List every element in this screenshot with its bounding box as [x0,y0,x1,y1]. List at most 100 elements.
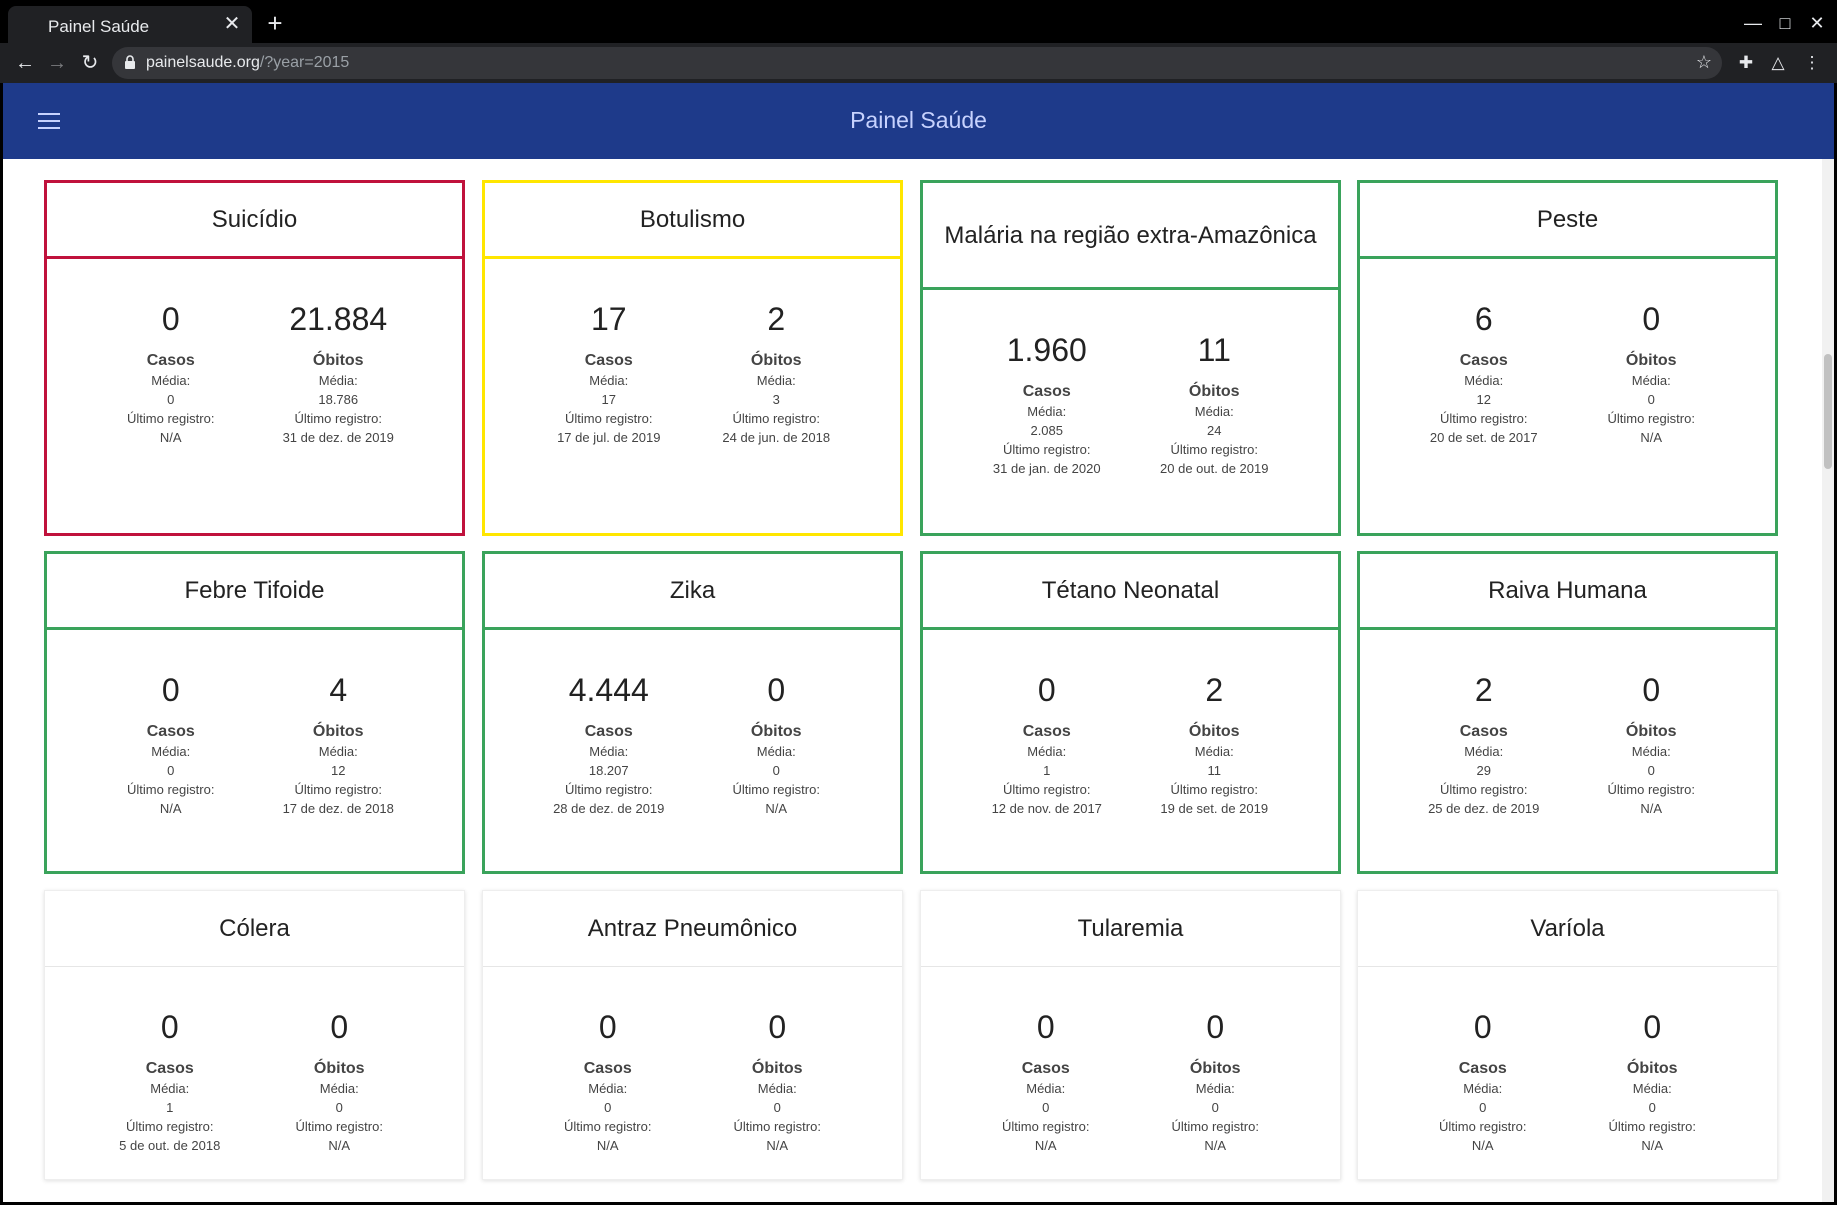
card-title: Peste [1360,183,1775,259]
card-title-text: Malária na região extra-Amazônica [944,221,1317,249]
card-title: Tétano Neonatal [923,554,1338,630]
obitos-ultimo-value: 31 de dez. de 2019 [282,430,394,445]
obitos-label: Óbitos [1625,723,1677,740]
media-label: Média: [1631,373,1671,388]
extensions-icon[interactable]: ✚ [1733,51,1759,75]
casos-stat: 17 Casos Média: 17 Último registro: 17 de jul… [525,299,693,447]
media-label: Média: [589,373,629,388]
disease-card[interactable]: Febre Tifoide 0 Casos Média: 0 Último registr… [44,551,465,874]
close-window-icon[interactable]: ✕ [1802,10,1832,36]
new-tab-button[interactable]: + [262,10,288,36]
card-title-text: Suicídio [211,206,298,233]
obitos-label: Óbitos [312,352,364,369]
menu-kebab-icon[interactable]: ⋮ [1799,51,1825,75]
disease-card[interactable]: Tétano Neonatal 0 Casos Média: 1 Último regis… [920,551,1341,874]
disease-card[interactable]: Peste 6 Casos Média: 12 Último registro: 20 de… [1357,180,1778,536]
disease-card[interactable]: Zika 4.444 Casos Média: 18.207 Último registr… [482,551,903,874]
obitos-value: 0 [767,672,786,708]
media-label: Média: [1195,1081,1235,1096]
obitos-media-value: 18.786 [318,392,359,407]
obitos-stat: 21.884 Óbitos Média: 18.786 Último registro:… [255,299,423,447]
media-label: Média: [1463,1081,1503,1096]
obitos-stat: 0 Óbitos Média: 0 Último registro: N/A [1568,299,1736,447]
card-stats: 6 Casos Média: 12 Último registro: 20 de set.… [1360,259,1775,447]
obitos-ultimo-value: N/A [1641,1138,1664,1153]
casos-media-value: 0 [167,763,175,778]
casos-stat: 2 Casos Média: 29 Último registro: 25 de dez.… [1400,670,1568,818]
forward-arrow-icon[interactable]: → [43,49,71,77]
ultimo-registro-label: Último registro: [1439,1119,1527,1134]
media-label: Média: [150,1081,190,1096]
page-scrollbar[interactable] [1822,159,1834,1202]
browser-tabstrip: Painel Saúde ✕ + — □ ✕ [0,0,1837,49]
media-label: Média: [1464,373,1504,388]
obitos-media-value: 11 [1207,763,1222,778]
obitos-value: 0 [330,1009,349,1045]
ultimo-registro-label: Último registro: [295,1119,383,1134]
ultimo-registro-label: Último registro: [1607,411,1695,426]
tab-title: Painel Saúde [48,17,150,36]
obitos-ultimo-value: N/A [765,801,788,816]
bookmark-star-icon[interactable]: ☆ [1696,52,1712,73]
casos-media-value: 0 [1479,1100,1487,1115]
card-stats: 0 Casos Média: 0 Último registro: N/A 21.884 Ób… [47,259,462,447]
minimize-icon[interactable]: — [1738,10,1768,36]
casos-label: Casos [584,723,633,740]
ultimo-registro-label: Último registro: [127,411,215,426]
url-host: painelsaude.org [146,54,260,71]
obitos-stat: 2 Óbitos Média: 11 Último registro: 19 de set… [1131,670,1299,818]
media-label: Média: [318,744,358,759]
obitos-ultimo-value: 24 de jun. de 2018 [722,430,831,445]
ultimo-registro-label: Último registro: [1170,782,1258,797]
card-title: Varíola [1358,891,1777,967]
back-arrow-icon[interactable]: ← [11,49,39,77]
obitos-ultimo-value: N/A [1640,430,1663,445]
media-label: Média: [318,373,358,388]
address-bar[interactable]: painelsaude.org/?year=2015 ☆ [112,47,1722,79]
casos-media-value: 0 [167,392,175,407]
disease-card[interactable]: Cólera 0 Casos Média: 1 Último registro: 5 de … [44,890,465,1180]
disease-card[interactable]: Suicídio 0 Casos Média: 0 Último registro: N/A… [44,180,465,536]
card-title-text: Varíola [1530,915,1605,942]
reload-icon[interactable]: ↻ [76,49,104,77]
maximize-icon[interactable]: □ [1770,10,1800,36]
casos-value: 2 [1474,672,1493,708]
obitos-ultimo-value: 20 de out. de 2019 [1160,461,1269,476]
obitos-stat: 4 Óbitos Média: 12 Último registro: 17 de dez… [255,670,423,818]
ultimo-registro-label: Último registro: [1608,1119,1696,1134]
disease-card[interactable]: Botulismo 17 Casos Média: 17 Último registro:… [482,180,903,536]
obitos-ultimo-value: N/A [766,1138,789,1153]
casos-label: Casos [1458,1060,1507,1077]
disease-card[interactable]: Malária na região extra-Amazônica 1.960 Ca… [920,180,1341,536]
media-label: Média: [757,1081,797,1096]
casos-stat: 0 Casos Média: 0 Último registro: N/A [523,1007,693,1155]
media-label: Média: [1026,1081,1066,1096]
ultimo-registro-label: Último registro: [1003,442,1091,457]
obitos-ultimo-value: 19 de set. de 2019 [1160,801,1269,816]
card-title-text: Cólera [219,915,290,942]
obitos-value: 0 [1642,301,1661,337]
disease-card[interactable]: Raiva Humana 2 Casos Média: 29 Último registr… [1357,551,1778,874]
casos-label: Casos [145,1060,194,1077]
scroll-thumb[interactable] [1824,354,1832,469]
casos-ultimo-value: N/A [1034,1138,1057,1153]
disease-card[interactable]: Varíola 0 Casos Média: 0 Último registro: N/A 0… [1357,890,1778,1180]
card-title: Antraz Pneumônico [483,891,902,967]
obitos-media-value: 0 [773,1100,781,1115]
obitos-stat: 0 Óbitos Média: 0 Último registro: N/A [1131,1007,1301,1155]
profile-icon[interactable]: △ [1765,51,1791,75]
tab-close-icon[interactable]: ✕ [220,12,244,36]
card-stats: 0 Casos Média: 0 Último registro: N/A 0 Óbitos M… [1358,967,1777,1155]
disease-card[interactable]: Antraz Pneumônico 0 Casos Média: 0 Último reg… [482,890,903,1180]
casos-stat: 0 Casos Média: 0 Último registro: N/A [961,1007,1131,1155]
url-path: /?year=2015 [259,54,350,71]
casos-label: Casos [1022,723,1071,740]
ultimo-registro-label: Último registro: [564,1119,652,1134]
obitos-label: Óbitos [1626,1060,1678,1077]
ultimo-registro-label: Último registro: [127,782,215,797]
ultimo-registro-label: Último registro: [294,411,382,426]
obitos-label: Óbitos [312,723,364,740]
card-title-text: Zika [669,577,716,604]
disease-card[interactable]: Tularemia 0 Casos Média: 0 Último registro: N/… [920,890,1341,1180]
casos-ultimo-value: 17 de jul. de 2019 [557,430,661,445]
